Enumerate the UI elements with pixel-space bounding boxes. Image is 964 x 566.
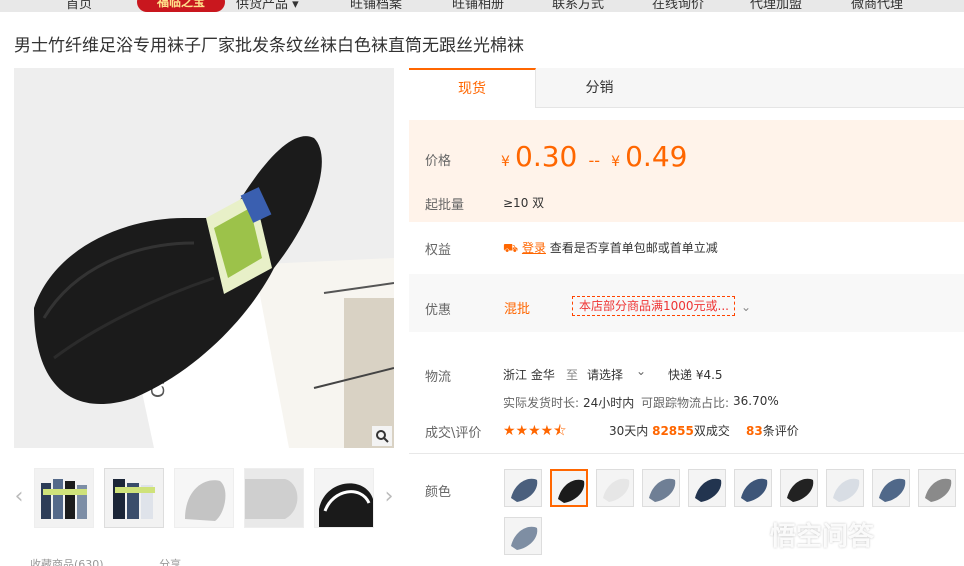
price-range: ¥ 0.30 -- ¥ 0.49 (501, 140, 687, 173)
review-info: 83条评价 (746, 422, 799, 439)
main-product-image[interactable]: CERE (14, 68, 394, 448)
color-swatch[interactable] (504, 517, 542, 555)
rights-text: 查看是否享首单包邮或首单立减 (549, 241, 718, 255)
promo-label: 优惠 (425, 303, 452, 318)
thumb-next-icon[interactable]: › (380, 484, 398, 509)
chevron-down-icon[interactable]: ⌄ (636, 364, 646, 378)
moq-value: ≥10 双 (503, 196, 545, 210)
color-swatch[interactable] (688, 469, 726, 507)
track-label: 可跟踪物流占比: (641, 396, 730, 410)
ship-time-value: 24小时内 (583, 396, 635, 410)
promo-tag: 混批 (504, 302, 531, 317)
color-swatch[interactable] (780, 469, 818, 507)
thumbnail[interactable] (314, 468, 374, 528)
color-label: 颜色 (425, 485, 452, 500)
color-swatch[interactable] (872, 469, 910, 507)
divider (409, 453, 964, 454)
nav-wechat-agent[interactable]: 微商代理 (851, 0, 903, 12)
product-title: 男士竹纤维足浴专用袜子厂家批发条纹丝袜白色袜直筒无跟丝光棉袜 (14, 36, 524, 56)
color-swatch[interactable] (734, 469, 772, 507)
promo-detail[interactable]: 本店部分商品满1000元或... (572, 296, 735, 316)
express-fee: 快递 ¥4.5 (668, 368, 723, 382)
nav-archive[interactable]: 旺铺档案 (350, 0, 402, 12)
color-swatch[interactable] (550, 469, 588, 507)
thumbnail[interactable] (104, 468, 164, 528)
socks-photo: CERE (14, 68, 394, 448)
nav-home[interactable]: 首页 (66, 0, 92, 12)
favorite-button[interactable]: 收藏商品(630) (30, 558, 104, 566)
deals-count[interactable]: 82855 (652, 424, 694, 438)
reviews-count[interactable]: 83 (746, 424, 763, 438)
share-button[interactable]: 分享 (159, 558, 181, 566)
nav-contact[interactable]: 联系方式 (552, 0, 604, 12)
reviews-label: 成交\评价 (425, 426, 482, 441)
ship-time-label: 实际发货时长: (503, 396, 580, 410)
color-swatch[interactable] (826, 469, 864, 507)
thumbnail[interactable] (174, 468, 234, 528)
reviews-unit: 条评价 (762, 424, 799, 438)
nav-agent[interactable]: 代理加盟 (750, 0, 802, 12)
rights-label: 权益 (425, 243, 452, 258)
bottom-actions: 收藏商品(630) 分享 (30, 556, 181, 566)
color-swatch[interactable] (642, 469, 680, 507)
currency-symbol: ¥ (501, 154, 510, 170)
deals-days: 30天内 (609, 424, 649, 438)
logistics-label: 物流 (425, 370, 452, 385)
rights-row: ⛟ 登录 查看是否享首单包邮或首单立减 (503, 239, 718, 257)
color-swatch[interactable] (918, 469, 956, 507)
thumb-prev-icon[interactable]: ‹ (10, 484, 28, 509)
watermark-logo: 悟空问答 (770, 522, 875, 552)
brand-badge[interactable]: 福临之宝 (137, 0, 225, 12)
color-swatch[interactable] (596, 469, 634, 507)
zoom-icon[interactable] (372, 426, 392, 446)
logistics-origin: 浙江 金华 (503, 368, 555, 382)
price-high: 0.49 (625, 140, 688, 173)
tab-spot[interactable]: 现货 (409, 68, 536, 108)
gift-icon: ⛟ (503, 241, 519, 255)
login-link[interactable]: 登录 (522, 241, 546, 255)
offer-tabs: 现货 分销 (409, 68, 964, 108)
rating-stars[interactable]: ★★★★⯪ (503, 420, 566, 444)
thumbnail[interactable] (244, 468, 304, 528)
nav-inquiry[interactable]: 在线询价 (652, 0, 704, 12)
chevron-down-icon[interactable]: ⌄ (741, 300, 751, 314)
color-swatch[interactable] (504, 469, 542, 507)
top-nav: 首页 福临之宝 供货产品 ▾ 旺铺档案 旺铺相册 联系方式 在线询价 代理加盟 … (0, 0, 964, 12)
currency-symbol: ¥ (611, 154, 621, 170)
thumbnail[interactable] (34, 468, 94, 528)
moq-label: 起批量 (425, 198, 465, 213)
price-dash: -- (588, 151, 600, 170)
price-low: 0.30 (515, 140, 578, 173)
deals-info: 30天内 82855双成交 (609, 422, 730, 439)
nav-supply[interactable]: 供货产品 ▾ (236, 0, 299, 12)
price-label: 价格 (425, 154, 452, 169)
tab-distribution[interactable]: 分销 (536, 68, 663, 108)
deals-unit: 双成交 (693, 424, 730, 438)
destination-select[interactable]: 请选择 (587, 366, 623, 383)
track-value: 36.70% (733, 394, 779, 408)
nav-album[interactable]: 旺铺相册 (452, 0, 504, 12)
logistics-to: 至 (566, 368, 579, 382)
thumbnail-strip: ‹ › (14, 460, 394, 536)
